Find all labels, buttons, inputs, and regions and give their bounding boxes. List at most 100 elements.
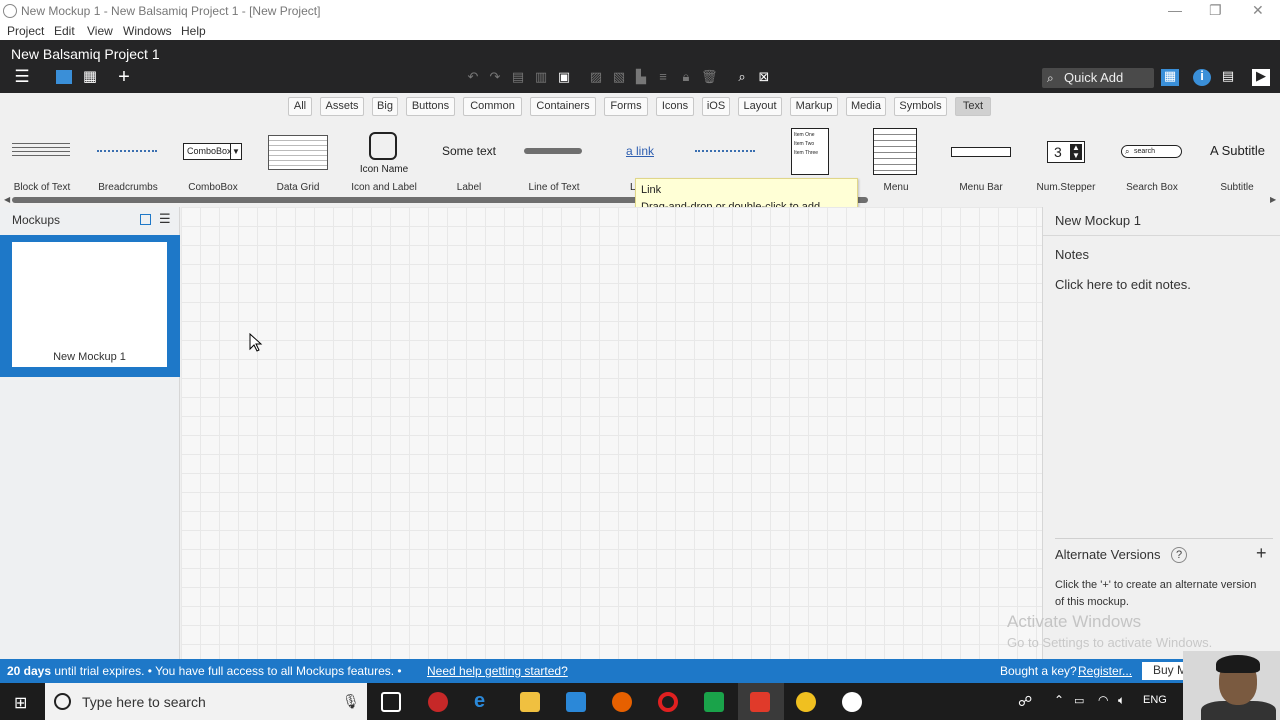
- scroll-right-icon[interactable]: ▶: [1270, 195, 1276, 204]
- menu-bar-preview[interactable]: [951, 147, 1011, 157]
- breadcrumbs-preview[interactable]: [97, 150, 157, 153]
- filter-buttons[interactable]: Buttons: [406, 97, 455, 116]
- windows-start-icon[interactable]: ⊞: [14, 693, 27, 713]
- filter-text[interactable]: Text: [955, 97, 991, 116]
- filter-forms[interactable]: Forms: [604, 97, 648, 116]
- search-icon[interactable]: ⌕: [734, 70, 750, 84]
- help-link[interactable]: Need help getting started?: [427, 664, 568, 678]
- filter-ios[interactable]: iOS: [702, 97, 730, 116]
- people-icon[interactable]: ☍: [1018, 693, 1032, 710]
- menu-preview[interactable]: [873, 128, 917, 175]
- mockup-thumbnail-selected[interactable]: New Mockup 1: [0, 235, 180, 377]
- scroll-left-icon[interactable]: ◀: [4, 195, 10, 204]
- list-view-icon[interactable]: ☰: [159, 211, 171, 227]
- num-stepper-preview[interactable]: 3 ▲ ▼: [1047, 141, 1085, 163]
- align-icon[interactable]: ≡: [655, 70, 671, 84]
- battery-icon[interactable]: ▭: [1074, 694, 1084, 707]
- camtasia-icon[interactable]: [704, 692, 724, 712]
- copy-icon[interactable]: ▤: [510, 70, 526, 84]
- filter-icons[interactable]: Icons: [656, 97, 694, 116]
- combobox-preview[interactable]: ComboBox ▼: [183, 143, 242, 160]
- quick-add-input[interactable]: ⌕ Quick Add: [1042, 68, 1154, 88]
- store-icon[interactable]: [566, 692, 586, 712]
- firefox-icon[interactable]: [612, 692, 632, 712]
- search-box-placeholder: search: [1134, 148, 1156, 155]
- cut-icon[interactable]: ▥: [533, 70, 549, 84]
- task-view-icon[interactable]: [381, 692, 401, 712]
- fullscreen-icon[interactable]: ▶: [1252, 69, 1270, 86]
- group-icon[interactable]: ▨: [588, 70, 604, 84]
- filter-assets[interactable]: Assets: [320, 97, 364, 116]
- filter-common[interactable]: Common: [463, 97, 522, 116]
- mockup-thumbnail[interactable]: New Mockup 1: [12, 242, 167, 367]
- edge-icon[interactable]: e: [474, 691, 494, 712]
- menu-windows[interactable]: Windows: [123, 24, 172, 38]
- divider: [1043, 235, 1280, 236]
- undo-icon[interactable]: ↶: [465, 70, 481, 84]
- app-yellow-icon[interactable]: [796, 692, 816, 712]
- filter-markup[interactable]: Markup: [790, 97, 838, 116]
- language-indicator[interactable]: ENG: [1143, 694, 1167, 706]
- app-red-icon[interactable]: [428, 692, 448, 712]
- menu-edit[interactable]: Edit: [54, 24, 75, 38]
- search-box-preview[interactable]: ⌕ search: [1121, 145, 1182, 158]
- clear-icon[interactable]: ⊠: [756, 70, 772, 84]
- app-icon: [3, 4, 17, 18]
- mockups-panel: Mockups ☰ New Mockup 1: [0, 207, 180, 659]
- menu-view[interactable]: View: [87, 24, 113, 38]
- close-icon[interactable]: ✕: [1252, 2, 1264, 19]
- file-explorer-icon[interactable]: [520, 692, 540, 712]
- wifi-icon[interactable]: ◠: [1098, 693, 1108, 707]
- webcam-overlay: [1183, 651, 1280, 720]
- library-item-label: Menu: [883, 182, 909, 193]
- library-item-label: Breadcrumbs: [98, 182, 158, 193]
- block-of-text-preview[interactable]: [12, 143, 70, 159]
- filter-layout[interactable]: Layout: [738, 97, 782, 116]
- lock-icon[interactable]: 🔒︎: [678, 70, 694, 84]
- balsamiq-icon[interactable]: [750, 692, 770, 712]
- mockup-name[interactable]: New Mockup 1: [1055, 213, 1141, 228]
- help-icon[interactable]: ?: [1171, 547, 1187, 563]
- label-preview[interactable]: Some text: [429, 144, 509, 158]
- mockup-canvas[interactable]: [181, 207, 1042, 659]
- add-mockup-icon[interactable]: +: [116, 67, 132, 87]
- properties-icon[interactable]: ▤: [1219, 69, 1237, 86]
- paste-icon[interactable]: ▣: [556, 70, 572, 84]
- grid-view-icon[interactable]: ▦: [82, 69, 98, 84]
- subtitle-preview[interactable]: A Subtitle: [1200, 143, 1275, 158]
- filter-big[interactable]: Big: [372, 97, 398, 116]
- restore-icon[interactable]: ❐: [1209, 2, 1222, 19]
- ungroup-icon[interactable]: ▧: [611, 70, 627, 84]
- filter-all[interactable]: All: [288, 97, 312, 116]
- data-grid-preview[interactable]: [268, 135, 328, 170]
- single-view-icon[interactable]: [56, 70, 72, 84]
- arrange-icon[interactable]: ▙: [633, 70, 649, 84]
- chevron-up-icon[interactable]: ⌃: [1054, 693, 1064, 707]
- register-link[interactable]: Register...: [1078, 664, 1132, 678]
- volume-icon[interactable]: 🔈︎: [1118, 693, 1125, 708]
- info-icon[interactable]: i: [1193, 69, 1211, 86]
- library-icon[interactable]: ▦: [1161, 69, 1179, 86]
- add-alternate-icon[interactable]: +: [1256, 543, 1267, 564]
- filter-media[interactable]: Media: [846, 97, 886, 116]
- microphone-icon[interactable]: 🎙︎: [342, 693, 360, 710]
- line-of-text-preview[interactable]: [524, 148, 582, 154]
- taskbar-search-box[interactable]: Type here to search 🎙︎: [45, 683, 367, 720]
- menu-help[interactable]: Help: [181, 24, 206, 38]
- minimize-icon[interactable]: —: [1168, 2, 1182, 18]
- link-preview[interactable]: a link: [600, 144, 680, 158]
- opera-icon[interactable]: [658, 692, 678, 712]
- notes-field[interactable]: Click here to edit notes.: [1055, 277, 1191, 292]
- filter-containers[interactable]: Containers: [530, 97, 596, 116]
- app-smiley-icon[interactable]: [842, 692, 862, 712]
- thumbnail-view-icon[interactable]: [140, 214, 151, 225]
- trash-icon[interactable]: 🗑︎: [701, 70, 718, 84]
- list-preview[interactable]: Item One Item Two Item Three: [791, 128, 829, 175]
- menu-project[interactable]: Project: [7, 24, 44, 38]
- icon-and-label-preview[interactable]: [369, 132, 397, 160]
- redo-icon[interactable]: ↷: [487, 70, 503, 84]
- link-bar-preview[interactable]: [695, 150, 755, 153]
- hamburger-menu-icon[interactable]: ☰: [12, 68, 32, 85]
- search-icon: ⌕: [1125, 147, 1130, 156]
- filter-symbols[interactable]: Symbols: [894, 97, 947, 116]
